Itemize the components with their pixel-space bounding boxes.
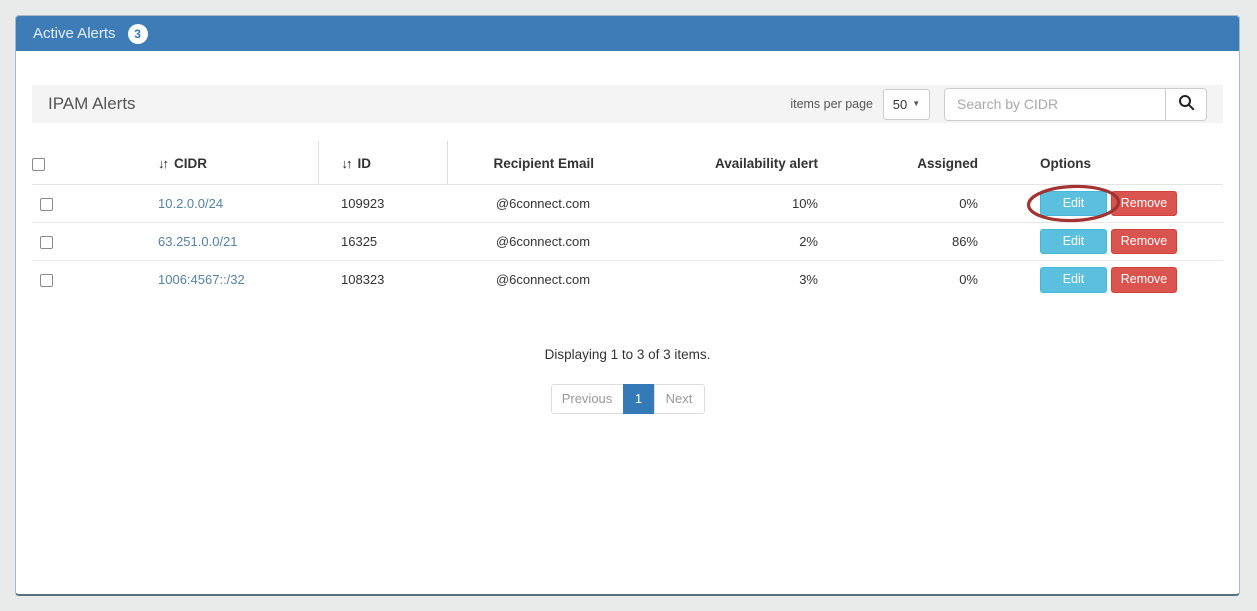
chevron-down-icon: ▼ [912, 99, 921, 108]
pagination-next[interactable]: Next [653, 383, 705, 414]
panel-header: Active Alerts 3 [16, 16, 1239, 51]
column-header-email: Recipient Email [447, 141, 640, 185]
panel-content: IPAM Alerts items per page 50 ▼ Search b… [16, 51, 1239, 414]
column-header-cidr[interactable]: ↓↑ CIDR [102, 141, 319, 185]
alert-count-badge: 3 [127, 23, 148, 44]
column-header-id[interactable]: ↓↑ ID [318, 141, 448, 185]
items-per-page-value: 50 [892, 96, 908, 112]
panel-title: Active Alerts [33, 25, 116, 42]
cidr-link[interactable]: 10.2.0.0/24 [158, 196, 223, 211]
edit-button[interactable]: Edit [1040, 190, 1107, 217]
row-checkbox[interactable] [40, 198, 53, 212]
column-header-options: Options [985, 141, 1223, 185]
assigned-cell: 0% [830, 184, 985, 223]
search-button[interactable] [1165, 88, 1206, 120]
sort-icon[interactable]: ↓↑ [158, 156, 169, 171]
cidr-link[interactable]: 1006:4567::/32 [158, 272, 245, 287]
alerts-table: ↓↑ CIDR ↓↑ ID Recipient Email Availability… [32, 141, 1223, 299]
table-row: 63.251.0.0/21 16325 @6connect.com 2% 86%… [32, 222, 1223, 261]
search-input[interactable] [945, 88, 1165, 120]
id-cell: 108323 [341, 272, 385, 288]
ipam-alerts-toolbar: IPAM Alerts items per page 50 ▼ [32, 85, 1223, 123]
id-cell: 16325 [318, 222, 447, 261]
sort-icon[interactable]: ↓↑ [342, 156, 353, 171]
edit-button[interactable]: Edit [1040, 228, 1107, 255]
search-group [944, 87, 1207, 121]
email-cell: @6connect.com [447, 184, 640, 223]
table-row: 1006:4567::/32 108323 @6connect.com 3% 0… [32, 261, 1223, 299]
id-cell: 109923 [318, 184, 447, 223]
availability-cell: 2% [640, 222, 830, 261]
row-checkbox[interactable] [40, 236, 53, 250]
cidr-link[interactable]: 63.251.0.0/21 [158, 234, 238, 249]
pagination: Previous 1 Next [32, 383, 1223, 414]
select-all-checkbox[interactable] [32, 157, 45, 171]
toolbar-controls: items per page 50 ▼ [790, 87, 1207, 121]
assigned-cell: 0% [959, 272, 978, 288]
table-header-row: ↓↑ CIDR ↓↑ ID Recipient Email Availability… [32, 141, 1223, 185]
items-per-page-select[interactable]: 50 ▼ [883, 88, 930, 120]
remove-button[interactable]: Remove [1111, 228, 1177, 255]
items-per-page-label: items per page [790, 97, 873, 111]
email-cell: @6connect.com [447, 222, 640, 261]
column-header-availability: Availability alert [640, 141, 830, 185]
pagination-previous[interactable]: Previous [550, 383, 624, 414]
table-row: 10.2.0.0/24 109923 @6connect.com 10% 0% … [32, 184, 1223, 223]
edit-button[interactable]: Edit [1040, 266, 1107, 293]
column-header-assigned: Assigned [830, 141, 985, 185]
remove-button[interactable]: Remove [1111, 190, 1177, 217]
assigned-cell: 86% [830, 222, 985, 261]
search-icon [1178, 94, 1195, 114]
active-alerts-panel: Active Alerts 3 IPAM Alerts items per pa… [15, 15, 1240, 596]
pagination-group: Previous 1 Next [550, 383, 705, 414]
pagination-page-1[interactable]: 1 [622, 383, 655, 414]
row-checkbox[interactable] [40, 274, 53, 288]
section-title: IPAM Alerts [48, 94, 136, 113]
availability-cell: 3% [799, 272, 818, 288]
pagination-summary: Displaying 1 to 3 of 3 items. [544, 346, 711, 362]
remove-button[interactable]: Remove [1111, 266, 1177, 293]
availability-cell: 10% [640, 184, 830, 223]
email-cell: @6connect.com [495, 272, 591, 288]
